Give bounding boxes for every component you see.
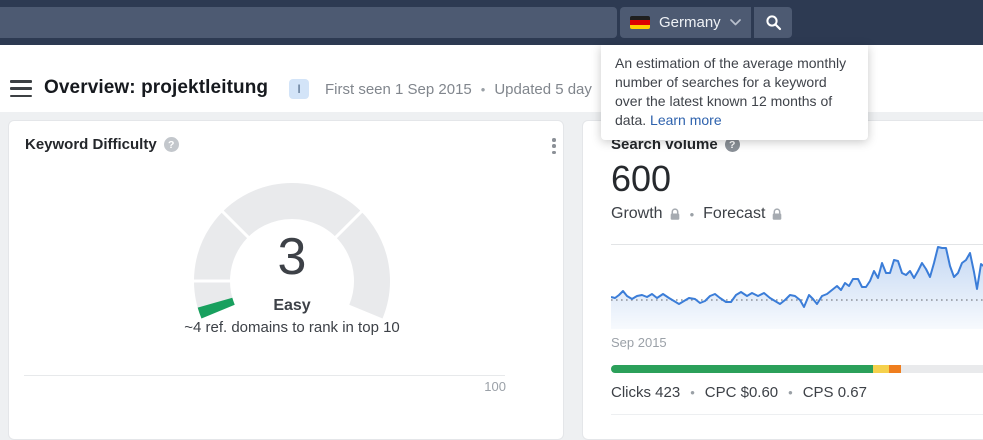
growth-label: Growth: [611, 205, 663, 222]
bullet-separator: •: [689, 206, 695, 222]
search-volume-value: 600: [611, 158, 672, 199]
country-selector-button[interactable]: Germany: [620, 7, 751, 38]
cps-stat: CPS 0.67: [802, 384, 867, 401]
bullet-separator: •: [690, 385, 695, 400]
clicks-distribution-bar: [611, 365, 983, 373]
forecast-link[interactable]: Forecast: [703, 205, 783, 223]
bullet-separator: •: [480, 82, 486, 97]
info-badge[interactable]: I: [289, 79, 309, 99]
sv-bottom-divider: [611, 414, 983, 415]
first-seen-text: First seen 1 Sep 2015: [325, 81, 472, 98]
chevron-down-icon: [730, 19, 741, 26]
learn-more-link[interactable]: Learn more: [650, 112, 722, 128]
kd-axis-max-label: 100: [484, 379, 506, 394]
lock-icon: [773, 207, 782, 220]
forecast-label: Forecast: [703, 205, 766, 222]
growth-link[interactable]: Growth: [611, 205, 681, 223]
clicks-stat: Clicks 423: [611, 384, 681, 401]
menu-icon[interactable]: [10, 80, 32, 97]
keyword-difficulty-card: Keyword Difficulty ? 3 Easy ~4 ref. doma…: [8, 120, 564, 440]
cpc-stat: CPC $0.60: [704, 384, 779, 401]
search-icon: [765, 15, 781, 31]
bullet-separator: •: [788, 385, 793, 400]
keyword-search-input[interactable]: [0, 7, 617, 38]
sv-locked-metrics: Growth • Forecast: [611, 205, 783, 223]
top-bar: Germany: [0, 0, 983, 45]
kd-score-label: Easy: [273, 297, 311, 314]
kd-score: 3: [277, 228, 307, 286]
chart-start-label: Sep 2015: [611, 335, 667, 350]
search-volume-card: Search volume ? 600 Growth • Forecast Se…: [582, 120, 983, 440]
kd-subtitle: ~4 ref. domains to rank in top 10: [184, 319, 400, 336]
country-label: Germany: [659, 14, 721, 31]
search-volume-tooltip: An estimation of the average monthly num…: [601, 45, 868, 140]
kd-axis-line: [24, 375, 505, 376]
kd-card-title: Keyword Difficulty ?: [25, 136, 179, 153]
kebab-menu-button[interactable]: [546, 137, 562, 155]
page-title: Overview: projektleitung: [44, 77, 269, 98]
germany-flag-icon: [630, 16, 650, 29]
search-button[interactable]: [754, 7, 792, 38]
lock-icon: [670, 207, 679, 220]
page-meta: First seen 1 Sep 2015 • Updated 5 day: [325, 81, 592, 98]
search-volume-chart: [611, 244, 983, 329]
sv-stats-row: Clicks 423 • CPC $0.60 • CPS 0.67: [611, 384, 867, 401]
kd-help-icon[interactable]: ?: [163, 137, 179, 152]
kd-title-text: Keyword Difficulty: [25, 136, 157, 153]
updated-text: Updated 5 day: [494, 81, 592, 98]
